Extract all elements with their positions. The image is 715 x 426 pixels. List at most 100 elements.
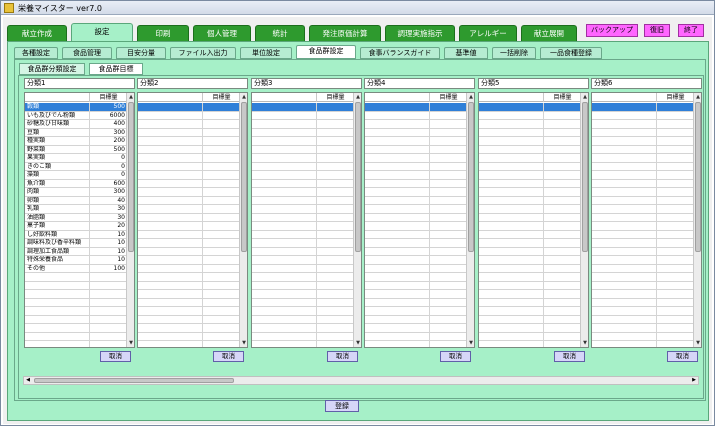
target-value[interactable] bbox=[543, 111, 581, 120]
cancel-button[interactable]: 取消 bbox=[327, 351, 358, 362]
target-value[interactable] bbox=[543, 179, 581, 188]
table-row[interactable] bbox=[479, 205, 581, 214]
table-row[interactable] bbox=[252, 247, 354, 256]
vertical-scroll-thumb[interactable] bbox=[128, 102, 134, 252]
table-row[interactable] bbox=[252, 315, 354, 324]
target-value[interactable] bbox=[429, 205, 467, 213]
target-value[interactable] bbox=[656, 188, 694, 196]
target-value[interactable] bbox=[543, 273, 581, 281]
target-grid[interactable]: 目標量 ▲ ▼ bbox=[478, 92, 589, 348]
table-row[interactable] bbox=[365, 154, 467, 163]
subtab-food-groups[interactable]: 食品群設定 bbox=[296, 45, 356, 59]
table-row[interactable] bbox=[592, 264, 694, 273]
target-value[interactable]: 10 bbox=[89, 247, 127, 256]
table-row[interactable] bbox=[592, 205, 694, 214]
target-value[interactable] bbox=[656, 222, 694, 230]
table-row[interactable] bbox=[138, 137, 240, 146]
scroll-up-icon[interactable]: ▲ bbox=[240, 93, 247, 101]
table-row[interactable] bbox=[479, 145, 581, 154]
cancel-button[interactable]: 取消 bbox=[440, 351, 471, 362]
table-row[interactable] bbox=[479, 341, 581, 347]
table-row[interactable]: 特殊栄養食品 10 bbox=[25, 256, 127, 265]
target-value[interactable] bbox=[543, 162, 581, 171]
table-row[interactable] bbox=[365, 120, 467, 129]
table-row[interactable] bbox=[365, 137, 467, 146]
tab-cooking-instructions[interactable]: 調理実施指示 bbox=[385, 25, 455, 41]
target-value[interactable] bbox=[316, 128, 354, 137]
table-row[interactable] bbox=[138, 315, 240, 324]
table-row[interactable]: 藻類 0 bbox=[25, 171, 127, 180]
target-value[interactable] bbox=[656, 145, 694, 154]
table-row[interactable] bbox=[25, 273, 127, 282]
target-value[interactable] bbox=[543, 196, 581, 205]
table-row[interactable]: その他 100 bbox=[25, 264, 127, 273]
target-value[interactable] bbox=[656, 247, 694, 256]
target-value[interactable] bbox=[656, 281, 694, 290]
target-value[interactable] bbox=[316, 120, 354, 128]
table-row[interactable] bbox=[365, 171, 467, 180]
scroll-up-icon[interactable]: ▲ bbox=[694, 93, 701, 101]
table-row[interactable] bbox=[592, 230, 694, 239]
table-row[interactable] bbox=[479, 171, 581, 180]
vertical-scrollbar[interactable]: ▲ ▼ bbox=[126, 93, 134, 347]
target-value[interactable]: 40 bbox=[89, 196, 127, 205]
table-row[interactable] bbox=[138, 111, 240, 120]
target-value[interactable] bbox=[656, 179, 694, 188]
tab-menu-create[interactable]: 献立作成 bbox=[7, 25, 67, 41]
table-row[interactable] bbox=[138, 188, 240, 197]
target-value[interactable]: 30 bbox=[89, 213, 127, 222]
target-value[interactable] bbox=[429, 137, 467, 145]
table-row[interactable] bbox=[592, 298, 694, 307]
table-row[interactable] bbox=[252, 205, 354, 214]
cancel-button[interactable]: 取消 bbox=[667, 351, 698, 362]
target-value[interactable] bbox=[202, 281, 240, 290]
table-row[interactable] bbox=[138, 154, 240, 163]
target-value[interactable]: 500 bbox=[89, 103, 127, 111]
target-value[interactable] bbox=[656, 324, 694, 332]
target-value[interactable]: 600 bbox=[89, 179, 127, 188]
table-row[interactable] bbox=[252, 103, 354, 112]
target-value[interactable] bbox=[202, 298, 240, 307]
target-value[interactable] bbox=[316, 171, 354, 179]
table-row[interactable] bbox=[592, 137, 694, 146]
table-row[interactable] bbox=[479, 222, 581, 231]
scroll-down-icon[interactable]: ▼ bbox=[127, 339, 134, 347]
table-row[interactable] bbox=[365, 264, 467, 273]
target-grid[interactable]: 目標量 ▲ ▼ bbox=[591, 92, 702, 348]
table-row[interactable] bbox=[365, 111, 467, 120]
target-value[interactable]: 400 bbox=[89, 120, 127, 128]
table-row[interactable]: 菓子類 20 bbox=[25, 222, 127, 231]
table-row[interactable] bbox=[25, 324, 127, 333]
subtab-units[interactable]: 単位設定 bbox=[240, 47, 292, 59]
group-name-field[interactable]: 分類3 bbox=[251, 78, 362, 89]
target-value[interactable] bbox=[202, 307, 240, 315]
target-value[interactable] bbox=[543, 230, 581, 239]
table-row[interactable] bbox=[479, 111, 581, 120]
table-row[interactable] bbox=[592, 196, 694, 205]
target-value[interactable] bbox=[656, 332, 694, 341]
target-value[interactable] bbox=[202, 332, 240, 341]
subtab-portion[interactable]: 目安分量 bbox=[116, 47, 166, 59]
target-value[interactable] bbox=[429, 298, 467, 307]
target-value[interactable] bbox=[202, 290, 240, 298]
target-value[interactable] bbox=[543, 307, 581, 315]
target-value[interactable] bbox=[656, 196, 694, 205]
target-value[interactable] bbox=[316, 137, 354, 145]
target-value[interactable] bbox=[316, 324, 354, 332]
target-value[interactable] bbox=[656, 137, 694, 145]
table-row[interactable] bbox=[479, 273, 581, 282]
target-value[interactable] bbox=[202, 239, 240, 247]
table-row[interactable] bbox=[365, 205, 467, 214]
table-row[interactable] bbox=[138, 128, 240, 137]
target-value[interactable] bbox=[89, 290, 127, 298]
target-value[interactable] bbox=[543, 324, 581, 332]
target-value[interactable] bbox=[316, 145, 354, 154]
table-row[interactable] bbox=[138, 120, 240, 129]
table-row[interactable] bbox=[252, 298, 354, 307]
table-row[interactable] bbox=[479, 307, 581, 316]
table-row[interactable] bbox=[252, 213, 354, 222]
table-row[interactable] bbox=[479, 154, 581, 163]
target-value[interactable] bbox=[202, 273, 240, 281]
target-value[interactable] bbox=[429, 332, 467, 341]
vertical-scroll-thumb[interactable] bbox=[582, 102, 588, 252]
